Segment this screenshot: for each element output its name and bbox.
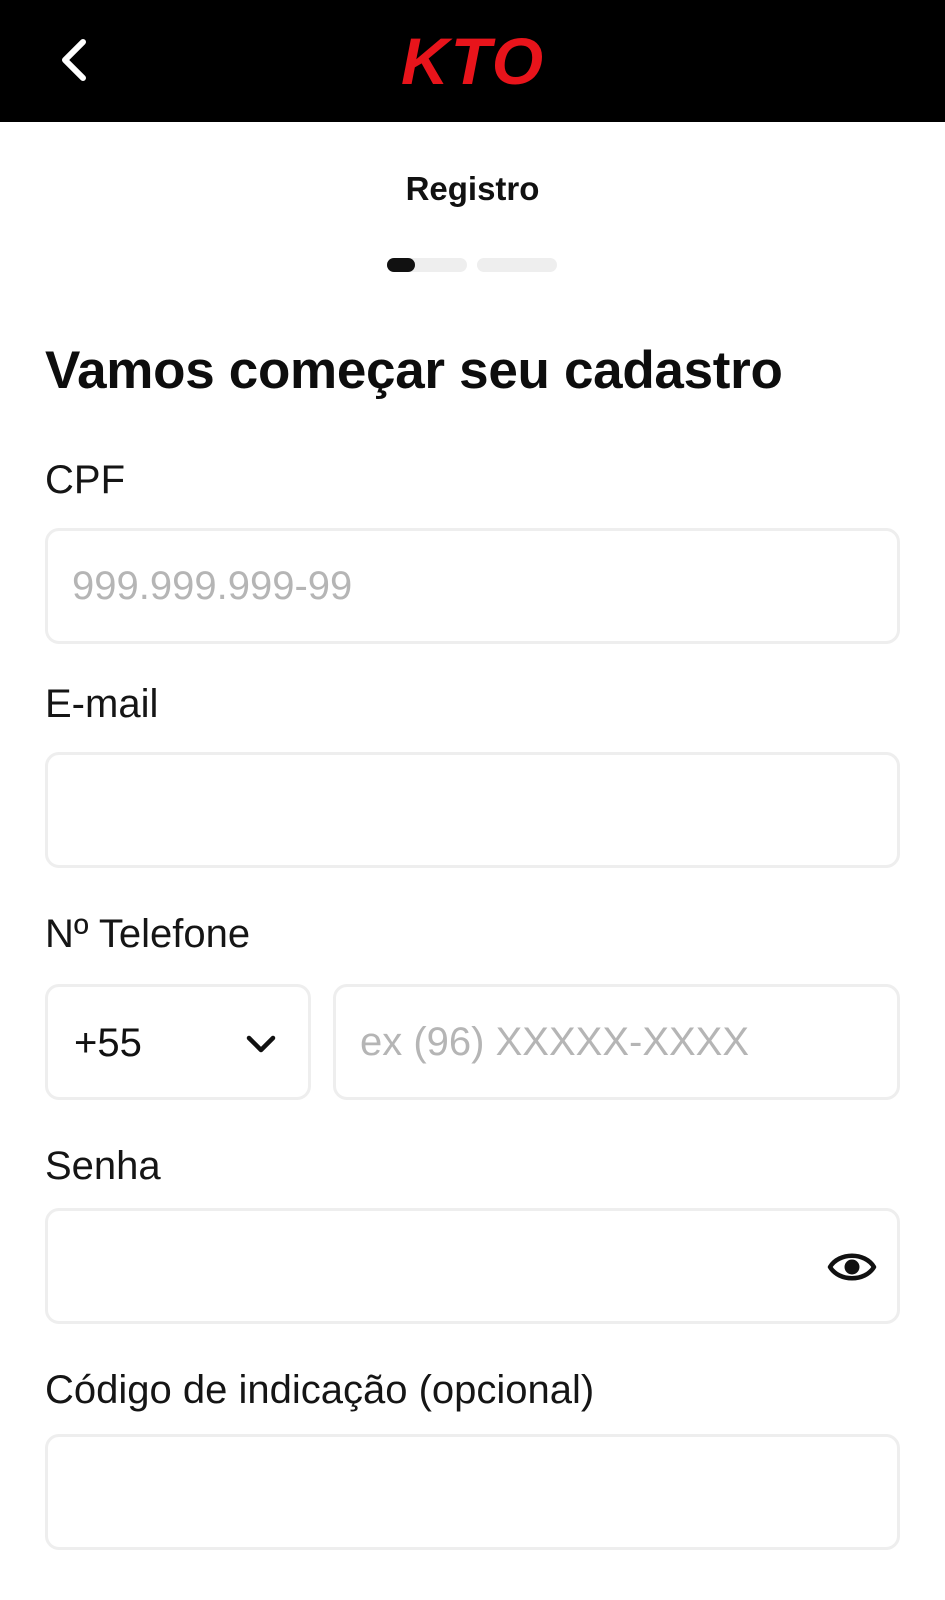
password-label: Senha bbox=[45, 1144, 161, 1188]
email-label: E-mail bbox=[45, 682, 159, 726]
back-button[interactable] bbox=[50, 32, 98, 88]
password-input[interactable] bbox=[72, 1211, 811, 1321]
chevron-down-icon bbox=[246, 1035, 276, 1053]
email-input[interactable] bbox=[72, 755, 873, 865]
form-heading: Vamos começar seu cadastro bbox=[45, 341, 783, 400]
country-code-select[interactable]: +55 bbox=[45, 984, 311, 1100]
phone-input[interactable] bbox=[360, 987, 873, 1097]
email-field-box bbox=[45, 752, 900, 868]
cpf-field-box bbox=[45, 528, 900, 644]
step-2-bar bbox=[477, 258, 557, 272]
cpf-label: CPF bbox=[45, 458, 125, 502]
referral-label: Código de indicação (opcional) bbox=[45, 1368, 595, 1412]
svg-text:KTO: KTO bbox=[401, 26, 545, 94]
phone-field-box bbox=[333, 984, 900, 1100]
kto-logo: KTO bbox=[401, 26, 545, 94]
cpf-input[interactable] bbox=[72, 531, 873, 641]
referral-code-input[interactable] bbox=[72, 1437, 873, 1547]
chevron-left-icon bbox=[62, 39, 86, 81]
eye-icon[interactable] bbox=[827, 1245, 877, 1289]
referral-field-box bbox=[45, 1434, 900, 1550]
page-title: Registro bbox=[405, 170, 540, 207]
password-field-box bbox=[45, 1208, 900, 1324]
top-bar: KTO bbox=[0, 0, 945, 122]
step-indicator bbox=[387, 258, 557, 272]
country-code-value: +55 bbox=[74, 1021, 142, 1065]
phone-label: Nº Telefone bbox=[45, 912, 251, 956]
step-1-bar bbox=[387, 258, 467, 272]
step-1-progress bbox=[387, 258, 415, 272]
